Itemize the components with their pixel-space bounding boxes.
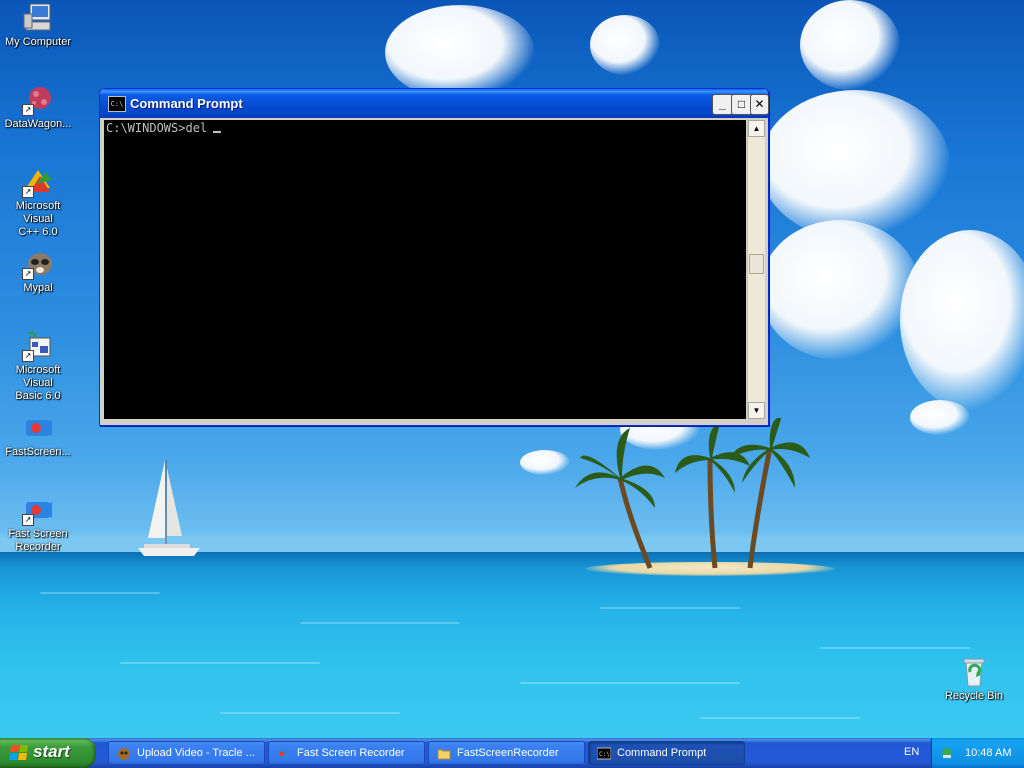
desktop-icon-label: Microsoft Visual C++ 6.0	[15, 200, 61, 238]
command-prompt-window[interactable]: C:\ Command Prompt _ □ ✕ C:\WINDOWS>del …	[99, 88, 769, 426]
cloud	[800, 0, 900, 90]
start-button[interactable]: start	[0, 738, 96, 768]
desktop-icon-label: Mypal	[23, 282, 53, 294]
close-button[interactable]: ✕	[750, 94, 769, 115]
recycle-bin-icon	[958, 656, 990, 688]
scroll-thumb[interactable]	[749, 254, 764, 274]
cmd-icon: C:\	[596, 747, 612, 760]
text-cursor	[213, 131, 222, 133]
taskbar-item-fastscreenrecorder-folder[interactable]: FastScreenRecorder	[428, 741, 585, 765]
desktop-icon-fast-screen-recorder[interactable]: ↗ Fast Screen Recorder	[0, 494, 76, 554]
taskbar: start Upload Video - Tracle ... Fast Scr…	[0, 738, 1024, 768]
console-output[interactable]: C:\WINDOWS>del	[104, 120, 746, 419]
desktop-icon-mypal[interactable]: ↗ Mypal	[0, 248, 76, 295]
sailboat-image	[138, 460, 200, 556]
recorder-icon	[277, 747, 291, 760]
cloud	[520, 450, 570, 475]
clock[interactable]: 10:48 AM	[965, 747, 1011, 759]
desktop-icon-label: Fast Screen Recorder	[8, 528, 68, 553]
desktop-icon-visual-cpp[interactable]: ↗ Microsoft Visual C++ 6.0	[0, 166, 76, 239]
taskbar-item-label: Upload Video - Tracle ...	[137, 747, 255, 759]
minimize-button[interactable]: _	[712, 94, 733, 115]
cloud	[590, 15, 660, 75]
vertical-scrollbar[interactable]: ▲ ▼	[747, 120, 765, 419]
fast-screen-recorder-icon: ↗	[22, 494, 54, 526]
scroll-down-button[interactable]: ▼	[748, 402, 765, 419]
taskbar-item-fast-screen-recorder[interactable]: Fast Screen Recorder	[268, 741, 425, 765]
taskbar-item-label: Command Prompt	[617, 747, 707, 759]
desktop-icon-fastscreen[interactable]: FastScreen...	[0, 412, 76, 459]
start-label: start	[33, 742, 70, 761]
my-computer-icon	[22, 2, 54, 34]
taskbar-item-command-prompt[interactable]: C:\ Command Prompt	[588, 741, 745, 765]
mypal-icon: ↗	[22, 248, 54, 280]
system-tray: 10:48 AM	[931, 738, 1024, 768]
fastscreen-icon	[22, 412, 54, 444]
desktop: My Computer ↗ DataWagon... ↗ Microsoft V…	[0, 0, 1024, 738]
shortcut-arrow-icon: ↗	[22, 514, 34, 526]
cmd-icon[interactable]: C:\	[108, 96, 126, 112]
language-indicator[interactable]: EN	[904, 746, 919, 758]
window-titlebar[interactable]: C:\ Command Prompt _ □ ✕	[100, 89, 769, 118]
console-line: C:\WINDOWS>del	[106, 121, 208, 135]
window-client-area: C:\WINDOWS>del ▲ ▼	[104, 118, 765, 421]
sea	[0, 552, 1024, 738]
window-title: Command Prompt	[130, 96, 243, 111]
scroll-up-button[interactable]: ▲	[748, 120, 765, 137]
maximize-button[interactable]: □	[731, 94, 752, 115]
desktop-icon-datawagon[interactable]: ↗ DataWagon...	[0, 84, 76, 131]
browser-icon	[117, 747, 131, 760]
desktop-icon-recycle-bin[interactable]: Recycle Bin	[936, 656, 1012, 703]
datawagon-icon: ↗	[22, 84, 54, 116]
desktop-icon-my-computer[interactable]: My Computer	[0, 2, 76, 49]
desktop-icon-label: My Computer	[4, 36, 72, 48]
shortcut-arrow-icon: ↗	[22, 268, 34, 280]
desktop-icon-label: Recycle Bin	[944, 690, 1004, 702]
svg-text:C:\: C:\	[599, 751, 610, 758]
taskbar-item-label: FastScreenRecorder	[457, 747, 559, 759]
cloud	[900, 230, 1024, 410]
desktop-icon-visual-basic[interactable]: ↗ Microsoft Visual Basic 6.0	[0, 330, 76, 403]
taskbar-item-label: Fast Screen Recorder	[297, 747, 405, 759]
folder-icon	[437, 747, 451, 760]
shortcut-arrow-icon: ↗	[22, 186, 34, 198]
cloud	[910, 400, 970, 435]
visual-basic-icon: ↗	[22, 330, 54, 362]
desktop-icon-label: Microsoft Visual Basic 6.0	[15, 364, 61, 402]
shortcut-arrow-icon: ↗	[22, 104, 34, 116]
network-icon[interactable]	[940, 746, 954, 760]
cloud	[760, 90, 950, 240]
desktop-icon-label: FastScreen...	[5, 446, 71, 458]
taskbar-item-upload-video[interactable]: Upload Video - Tracle ...	[108, 741, 265, 765]
desktop-icon-label: DataWagon...	[4, 118, 72, 130]
shortcut-arrow-icon: ↗	[22, 350, 34, 362]
visual-cpp-icon: ↗	[22, 166, 54, 198]
cloud	[385, 5, 535, 100]
palm-trees-image	[575, 418, 810, 569]
cloud	[760, 220, 920, 360]
windows-logo-icon	[9, 745, 29, 761]
